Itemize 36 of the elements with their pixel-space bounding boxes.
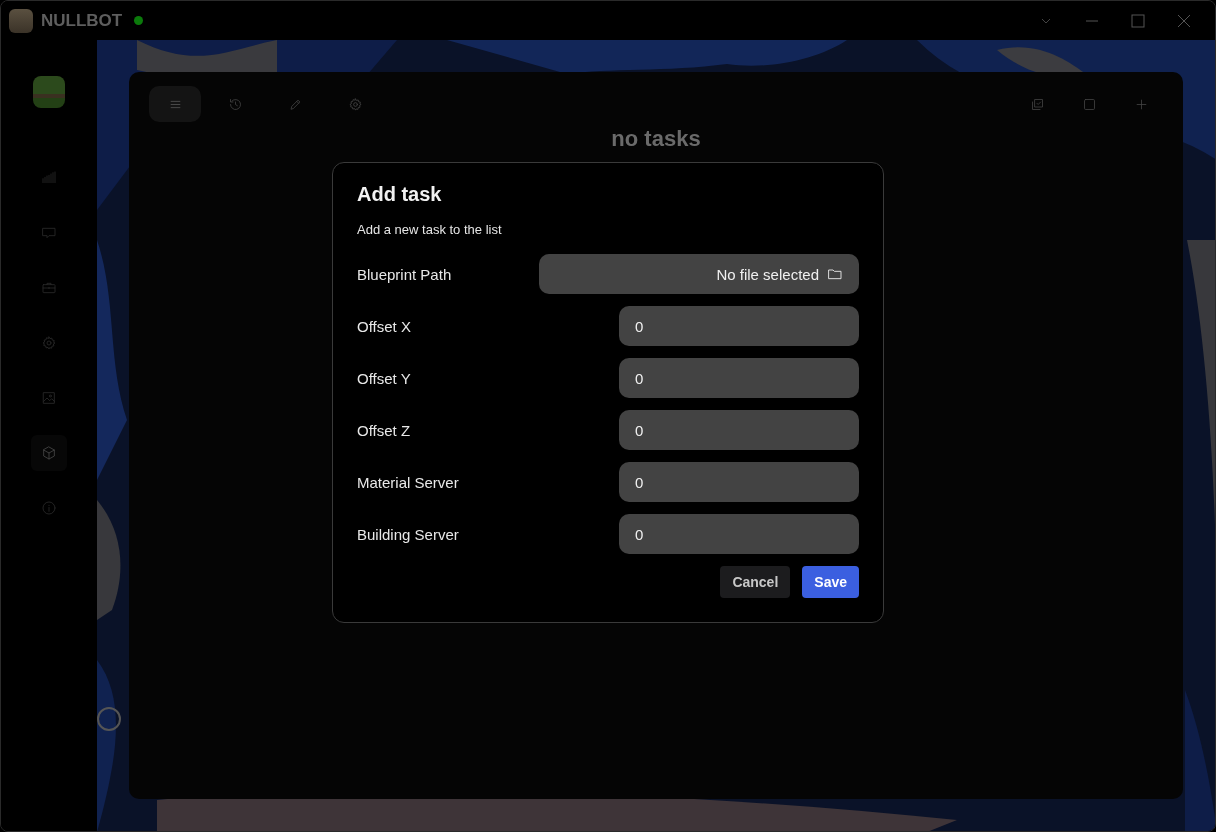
input-field[interactable]: 0 (619, 410, 859, 450)
input-field[interactable]: 0 (619, 358, 859, 398)
square-icon (1081, 96, 1097, 112)
field-label: Material Server (357, 473, 459, 491)
empty-message: no tasks (611, 126, 701, 151)
dialog-description: Add a new task to the list (357, 222, 502, 237)
dialog-title: Add task (357, 183, 442, 206)
info-icon (41, 500, 57, 516)
save-button[interactable]: Save (802, 566, 859, 598)
field-label: Offset Z (357, 421, 411, 439)
field-label: Blueprint Path (357, 265, 452, 283)
nav-item[interactable] (31, 435, 67, 471)
settings-icon (41, 335, 57, 351)
field-label: Building Server (357, 525, 459, 543)
cube-icon (41, 445, 57, 461)
file-picker[interactable]: No file selected (539, 254, 859, 294)
briefcase-icon (41, 280, 57, 296)
field-label: Offset X (357, 317, 411, 335)
plus-icon (1133, 96, 1149, 112)
maximize-icon[interactable] (1131, 13, 1145, 28)
input-field[interactable]: 0 (619, 306, 859, 346)
image-icon (41, 390, 57, 406)
folder-icon (827, 266, 843, 282)
app-logo (9, 8, 33, 33)
toolbar-tab[interactable] (149, 86, 201, 122)
chat-icon (41, 225, 57, 241)
checked-box-icon (1029, 96, 1045, 112)
field-label: Offset Y (357, 369, 411, 387)
input-field[interactable]: 0 (619, 462, 859, 502)
input-field[interactable]: 0 (619, 514, 859, 554)
avatar[interactable] (33, 76, 65, 108)
close-icon[interactable] (1177, 13, 1191, 28)
settings-icon (347, 96, 363, 112)
cancel-button[interactable]: Cancel (720, 566, 791, 598)
window-title: NULLBOT (41, 10, 123, 31)
history-icon (227, 96, 243, 112)
